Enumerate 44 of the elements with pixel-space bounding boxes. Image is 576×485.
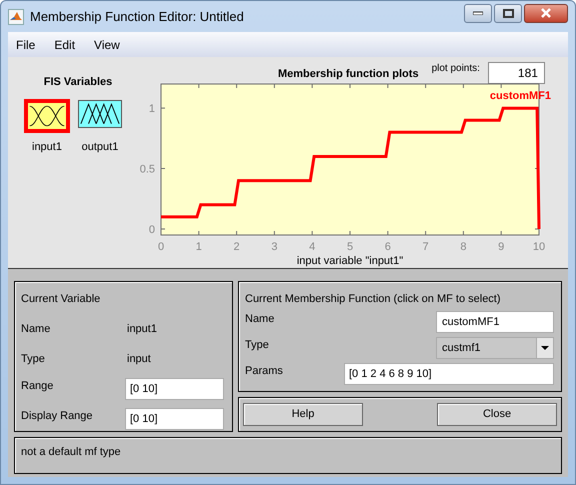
window-title: Membership Function Editor: Untitled <box>30 8 244 26</box>
close-dialog-button[interactable]: Close <box>437 403 557 426</box>
display-range-label: Display Range <box>21 408 93 424</box>
x-tick-label: 3 <box>271 241 278 253</box>
plot-title: Membership function plots <box>278 66 419 82</box>
y-tick-label: 0.5 <box>140 164 155 176</box>
plot-points-label: plot points: <box>432 62 480 76</box>
x-tick-label: 7 <box>422 241 429 253</box>
x-tick-label: 6 <box>384 241 391 253</box>
x-tick-label: 10 <box>532 241 546 253</box>
menu-item[interactable]: View <box>94 36 120 54</box>
type-dropdown[interactable]: custmf1 <box>436 337 554 359</box>
params-field[interactable]: [0 1 2 4 6 8 9 10] <box>344 363 554 385</box>
x-tick-label: 4 <box>309 241 316 253</box>
type-label: Type <box>245 338 269 353</box>
panel-title: Current Variable <box>21 292 102 307</box>
x-tick-label: 0 <box>158 241 164 253</box>
y-tick-label: 1 <box>148 103 155 116</box>
status-message: not a default mf type <box>21 446 121 458</box>
range-field[interactable]: [0 10] <box>125 378 224 400</box>
menu-item[interactable]: Edit <box>54 36 76 54</box>
type-value: input <box>127 352 151 367</box>
x-tick-label: 1 <box>196 241 202 253</box>
x-tick-label: 8 <box>460 241 466 253</box>
x-tick-label: 5 <box>346 241 354 253</box>
variable-label: input1 <box>32 140 62 154</box>
params-label: Params <box>245 364 283 379</box>
name-label: Name <box>245 312 274 327</box>
menu-item[interactable]: File <box>16 36 36 54</box>
name-field[interactable]: customMF1 <box>436 311 554 333</box>
y-tick-label: 0 <box>148 224 155 236</box>
name-label: Name <box>21 322 52 337</box>
panel-title: Current Membership Function (click on MF to select) <box>245 292 502 307</box>
display-range-field[interactable]: [0 10] <box>125 408 224 430</box>
type-label: Type <box>21 352 46 367</box>
range-label: Range <box>21 378 54 394</box>
plot-points-field[interactable]: 181 <box>488 62 545 84</box>
x-tick-label: 2 <box>234 241 240 253</box>
variable-label: output1 <box>82 140 118 154</box>
panel-title: FIS Variables <box>44 75 112 90</box>
help-button[interactable]: Help <box>243 403 363 426</box>
name-value: input1 <box>127 322 157 337</box>
x-tick-label: 9 <box>498 241 504 253</box>
x-axis-label: input variable "input1" <box>296 255 404 267</box>
